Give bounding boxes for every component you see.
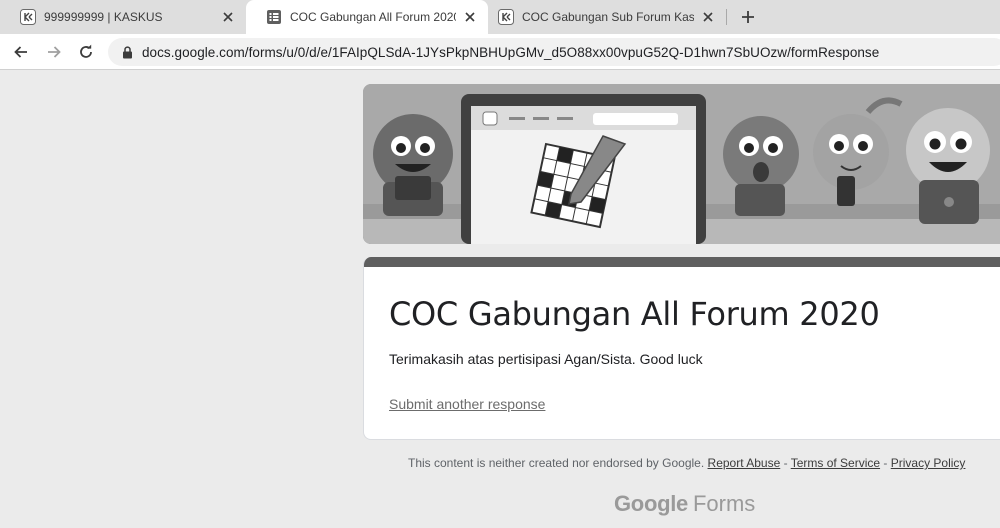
form-confirmation-card: COC Gabungan All Forum 2020 Terimakasih … bbox=[363, 257, 1000, 440]
tab-strip: 999999999 | KASKUS COC Gabungan All Foru… bbox=[0, 0, 1000, 34]
terms-of-service-link[interactable]: Terms of Service bbox=[791, 456, 880, 470]
address-bar[interactable]: docs.google.com/forms/u/0/d/e/1FAIpQLSdA… bbox=[108, 38, 1000, 66]
tab-coc-sub-forum[interactable]: COC Gabungan Sub Forum Kasku bbox=[478, 0, 726, 34]
report-abuse-link[interactable]: Report Abuse bbox=[708, 456, 781, 470]
laptop-illustration bbox=[461, 94, 706, 244]
submit-another-response-link[interactable]: Submit another response bbox=[389, 396, 545, 412]
tab-coc-all-forum[interactable]: COC Gabungan All Forum 2020 bbox=[246, 0, 488, 34]
tab-title: COC Gabungan Sub Forum Kasku bbox=[522, 10, 694, 24]
google-forms-logo[interactable]: Google Forms bbox=[614, 491, 755, 517]
new-tab-button[interactable] bbox=[736, 5, 760, 29]
page-content: COC Gabungan All Forum 2020 Terimakasih … bbox=[0, 71, 1000, 528]
plus-icon bbox=[742, 11, 754, 23]
footer-disclaimer: This content is neither created nor endo… bbox=[408, 456, 965, 470]
forms-list-icon bbox=[266, 9, 282, 25]
footer-separator: - bbox=[880, 456, 891, 470]
forward-button[interactable] bbox=[42, 40, 66, 64]
google-wordmark: Google bbox=[614, 491, 688, 516]
close-tab-icon[interactable] bbox=[700, 9, 716, 25]
form-header-image bbox=[363, 84, 1000, 244]
disclaimer-text: This content is neither created nor endo… bbox=[408, 456, 705, 470]
kaskus-icon bbox=[498, 9, 514, 25]
card-accent-bar bbox=[364, 257, 1000, 267]
reload-icon bbox=[80, 44, 92, 58]
close-tab-icon[interactable] bbox=[462, 9, 478, 25]
arrow-right-icon bbox=[48, 46, 61, 58]
privacy-policy-link[interactable]: Privacy Policy bbox=[891, 456, 966, 470]
close-tab-icon[interactable] bbox=[220, 9, 236, 25]
arrow-left-icon bbox=[14, 46, 27, 58]
url-text: docs.google.com/forms/u/0/d/e/1FAIpQLSdA… bbox=[142, 44, 880, 60]
browser-toolbar: docs.google.com/forms/u/0/d/e/1FAIpQLSdA… bbox=[0, 34, 1000, 70]
tab-title: 999999999 | KASKUS bbox=[44, 10, 163, 24]
tab-kaskus[interactable]: 999999999 | KASKUS bbox=[0, 0, 246, 34]
back-button[interactable] bbox=[9, 40, 33, 64]
mascot-left-illustration bbox=[373, 114, 453, 216]
tab-title: COC Gabungan All Forum 2020 bbox=[290, 10, 456, 24]
confirmation-message: Terimakasih atas pertisipasi Agan/Sista.… bbox=[389, 351, 703, 367]
tab-separator bbox=[726, 9, 727, 25]
lock-icon[interactable] bbox=[120, 45, 134, 59]
forms-wordmark: Forms bbox=[692, 491, 756, 516]
form-title: COC Gabungan All Forum 2020 bbox=[389, 295, 880, 333]
reload-button[interactable] bbox=[74, 40, 98, 64]
footer-separator: - bbox=[780, 456, 791, 470]
kaskus-icon bbox=[20, 9, 36, 25]
